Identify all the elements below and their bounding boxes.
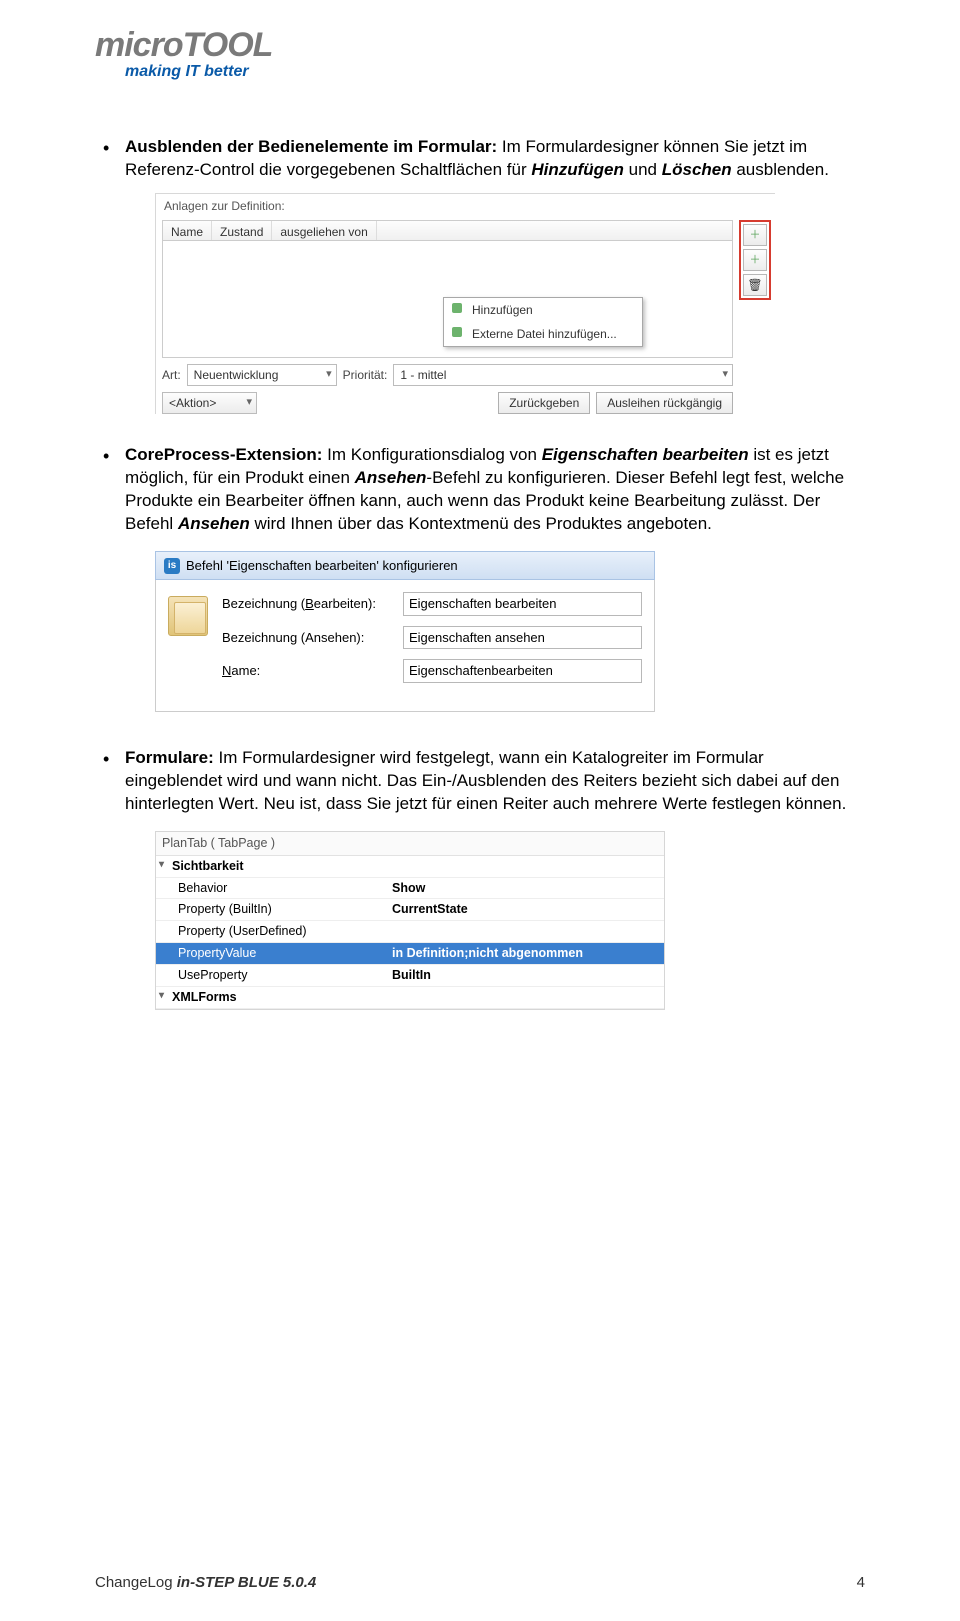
property-value: Show: [386, 878, 664, 899]
input-bezeichnung-ansehen[interactable]: Eigenschaften ansehen: [403, 626, 642, 650]
logo-block: microTOOL making IT better: [95, 30, 865, 81]
row-art-prio: Art: Neuentwicklung Priorität: 1 - mitte…: [162, 364, 733, 386]
property-row[interactable]: BehaviorShow: [156, 878, 664, 900]
property-value: BuiltIn: [386, 965, 664, 986]
emph: Hinzufügen: [531, 160, 624, 179]
footer-left: ChangeLog in-STEP BLUE 5.0.4: [95, 1574, 316, 1591]
figure-config-dialog: is Befehl 'Eigenschaften bearbeiten' kon…: [155, 551, 655, 712]
text: ausblenden.: [732, 160, 829, 179]
emph: Eigenschaften bearbeiten: [542, 445, 749, 464]
bullet-item: Ausblenden der Bedienelemente im Formula…: [95, 136, 865, 414]
button-ausleihen-rueckgaengig[interactable]: Ausleihen rückgängig: [596, 392, 733, 414]
property-row[interactable]: Property (BuiltIn)CurrentState: [156, 899, 664, 921]
emph: Ansehen: [178, 514, 250, 533]
menu-item-add-external[interactable]: Externe Datei hinzufügen...: [444, 322, 642, 346]
dialog-body: Bezeichnung (Bearbeiten): Eigenschaften …: [155, 580, 655, 712]
grid-header: PlanTab ( TabPage ): [156, 832, 664, 856]
input-bezeichnung-bearbeiten[interactable]: Eigenschaften bearbeiten: [403, 592, 642, 616]
property-key: Sichtbarkeit: [156, 856, 386, 877]
bullet-lead: CoreProcess-Extension:: [125, 445, 322, 464]
panel-title: Anlagen zur Definition:: [156, 194, 775, 216]
property-value: in Definition;nicht abgenommen: [386, 943, 664, 964]
property-row: Sichtbarkeit: [156, 856, 664, 878]
property-key: Behavior: [156, 878, 386, 899]
property-value: CurrentState: [386, 899, 664, 920]
logo-tagline: making IT better: [125, 63, 865, 81]
property-key: Property (UserDefined): [156, 921, 386, 942]
logo-part2: TOOL: [183, 26, 273, 64]
footer-version: 5.0.4: [279, 1574, 317, 1591]
field-row: Name: Eigenschaftenbearbeiten: [222, 659, 642, 683]
col-zustand: Zustand: [212, 221, 272, 240]
field-label: Bezeichnung (Ansehen):: [222, 629, 397, 647]
combo-prio[interactable]: 1 - mittel: [393, 364, 733, 386]
property-value: [386, 987, 664, 1008]
field-label: Name:: [222, 662, 397, 680]
bullet-lead: Ausblenden der Bedienelemente im Formula…: [125, 137, 497, 156]
property-key: XMLForms: [156, 987, 386, 1008]
text: Im Konfigurationsdialog von: [322, 445, 541, 464]
side-buttons-highlight: ＋ ＋ 🗑: [739, 220, 771, 300]
delete-button[interactable]: 🗑: [743, 274, 767, 296]
emph: Ansehen: [355, 468, 427, 487]
app-icon: is: [164, 558, 180, 574]
grid-rows: SichtbarkeitBehaviorShowProperty (BuiltI…: [156, 856, 664, 1009]
text: wird Ihnen über das Kontextmenü des Prod…: [250, 514, 712, 533]
footer-prefix: ChangeLog: [95, 1574, 177, 1591]
list-area: Hinzufügen Externe Datei hinzufügen...: [162, 240, 733, 358]
label-prio: Priorität:: [343, 367, 388, 383]
plus-alt-icon: ＋: [750, 253, 761, 268]
property-row: XMLForms: [156, 987, 664, 1009]
footer-product: in-STEP BLUE: [177, 1574, 279, 1591]
property-row[interactable]: UsePropertyBuiltIn: [156, 965, 664, 987]
property-value: [386, 856, 664, 877]
figure-property-grid: PlanTab ( TabPage ) SichtbarkeitBehavior…: [155, 831, 665, 1010]
titlebar: is Befehl 'Eigenschaften bearbeiten' kon…: [155, 551, 655, 581]
bullet-lead: Formulare:: [125, 748, 214, 767]
document-icon: [168, 596, 208, 636]
emph: Löschen: [662, 160, 732, 179]
fields: Bezeichnung (Bearbeiten): Eigenschaften …: [222, 592, 642, 693]
bullet-list: Ausblenden der Bedienelemente im Formula…: [95, 136, 865, 1010]
menu-item-add[interactable]: Hinzufügen: [444, 298, 642, 322]
plus-icon: ＋: [750, 228, 761, 243]
add-button[interactable]: ＋: [743, 224, 767, 246]
trash-icon: 🗑: [747, 277, 762, 293]
combo-art[interactable]: Neuentwicklung: [187, 364, 337, 386]
footer: ChangeLog in-STEP BLUE 5.0.4 4: [95, 1574, 865, 1591]
logo-text: microTOOL: [95, 30, 865, 61]
bullet-item: Formulare: Im Formulardesigner wird fest…: [95, 747, 865, 1010]
text: und: [624, 160, 662, 179]
bullet-item: CoreProcess-Extension: Im Konfigurations…: [95, 444, 865, 712]
property-key: Property (BuiltIn): [156, 899, 386, 920]
combo-aktion[interactable]: <Aktion>: [162, 392, 257, 414]
row-actions: <Aktion> Zurückgeben Ausleihen rückgängi…: [162, 392, 733, 414]
column-headers: Name Zustand ausgeliehen von: [162, 220, 733, 240]
property-row[interactable]: PropertyValuein Definition;nicht abgenom…: [156, 943, 664, 965]
dialog-title: Befehl 'Eigenschaften bearbeiten' konfig…: [186, 557, 458, 575]
text: Im Formulardesigner wird festgelegt, wan…: [125, 748, 846, 813]
input-name[interactable]: Eigenschaftenbearbeiten: [403, 659, 642, 683]
field-row: Bezeichnung (Bearbeiten): Eigenschaften …: [222, 592, 642, 616]
button-zurueckgeben[interactable]: Zurückgeben: [498, 392, 590, 414]
label-art: Art:: [162, 367, 181, 383]
page-number: 4: [857, 1574, 865, 1591]
context-menu: Hinzufügen Externe Datei hinzufügen...: [443, 297, 643, 347]
logo-part1: micro: [95, 26, 183, 64]
figure-form-designer: Anlagen zur Definition: Name Zustand aus…: [155, 193, 775, 414]
field-row: Bezeichnung (Ansehen): Eigenschaften ans…: [222, 626, 642, 650]
col-ausgeliehen: ausgeliehen von: [272, 221, 376, 240]
field-label: Bezeichnung (Bearbeiten):: [222, 595, 397, 613]
property-row[interactable]: Property (UserDefined): [156, 921, 664, 943]
property-key: PropertyValue: [156, 943, 386, 964]
add-external-button[interactable]: ＋: [743, 249, 767, 271]
property-key: UseProperty: [156, 965, 386, 986]
col-name: Name: [163, 221, 212, 240]
property-value: [386, 921, 664, 942]
